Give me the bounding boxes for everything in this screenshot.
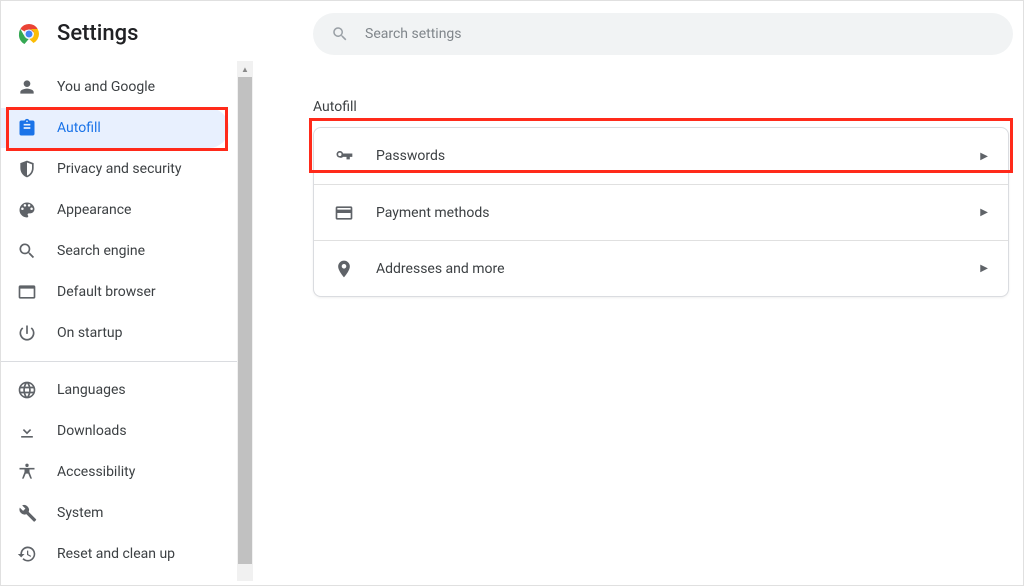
section-title: Autofill	[313, 99, 1023, 115]
main-content: Search settings Autofill Passwords ▶ Pay…	[253, 1, 1023, 585]
sidebar-item-downloads[interactable]: Downloads	[1, 411, 229, 451]
globe-icon	[17, 380, 37, 400]
chrome-logo-icon	[17, 22, 41, 46]
palette-icon	[17, 200, 37, 220]
sidebar-item-languages[interactable]: Languages	[1, 370, 229, 410]
sidebar-item-accessibility[interactable]: Accessibility	[1, 452, 229, 492]
search-icon	[331, 25, 349, 43]
sidebar-item-label: Languages	[57, 382, 126, 398]
sidebar-item-autofill[interactable]: Autofill	[1, 108, 229, 148]
chevron-right-icon: ▶	[980, 207, 988, 218]
person-icon	[17, 77, 37, 97]
pin-icon	[334, 259, 354, 279]
sidebar-item-label: Autofill	[57, 120, 101, 136]
sidebar-item-label: Default browser	[57, 284, 156, 300]
sidebar-item-search-engine[interactable]: Search engine	[1, 231, 229, 271]
scroll-thumb[interactable]	[238, 77, 252, 564]
sidebar-item-system[interactable]: System	[1, 493, 229, 533]
row-label: Passwords	[376, 148, 958, 164]
row-addresses-and-more[interactable]: Addresses and more ▶	[314, 240, 1008, 296]
sidebar-item-label: System	[57, 505, 103, 521]
sidebar-item-label: Search engine	[57, 243, 145, 259]
sidebar-item-label: On startup	[57, 325, 123, 341]
search-icon	[17, 241, 37, 261]
restore-icon	[17, 544, 37, 564]
header: Settings	[1, 1, 237, 66]
accessibility-icon	[17, 462, 37, 482]
sidebar-item-appearance[interactable]: Appearance	[1, 190, 229, 230]
card-icon	[334, 203, 354, 223]
sidebar-item-reset-and-clean-up[interactable]: Reset and clean up	[1, 534, 229, 574]
download-icon	[17, 421, 37, 441]
sidebar-item-on-startup[interactable]: On startup	[1, 313, 229, 353]
sidebar-item-label: Appearance	[57, 202, 131, 218]
autofill-card: Passwords ▶ Payment methods ▶ Addresses …	[313, 127, 1009, 297]
sidebar-item-default-browser[interactable]: Default browser	[1, 272, 229, 312]
chevron-right-icon: ▶	[980, 151, 988, 162]
browser-icon	[17, 282, 37, 302]
sidebar-item-privacy-and-security[interactable]: Privacy and security	[1, 149, 229, 189]
scrollbar[interactable]: ▲	[237, 61, 253, 581]
sidebar-item-you-and-google[interactable]: You and Google	[1, 67, 229, 107]
search-placeholder: Search settings	[365, 26, 462, 42]
row-payment-methods[interactable]: Payment methods ▶	[314, 184, 1008, 240]
search-bar[interactable]: Search settings	[313, 13, 1013, 55]
scroll-up-icon[interactable]: ▲	[237, 61, 253, 77]
sidebar-item-label: You and Google	[57, 79, 155, 95]
row-label: Payment methods	[376, 205, 958, 221]
shield-icon	[17, 159, 37, 179]
sidebar-item-label: Accessibility	[57, 464, 135, 480]
sidebar-item-label: Downloads	[57, 423, 127, 439]
divider	[1, 361, 237, 362]
chevron-right-icon: ▶	[980, 263, 988, 274]
sidebar: Settings You and Google Autofill Privacy…	[1, 1, 253, 585]
row-label: Addresses and more	[376, 261, 958, 277]
sidebar-item-label: Reset and clean up	[57, 546, 175, 562]
power-icon	[17, 323, 37, 343]
sidebar-item-label: Privacy and security	[57, 161, 181, 177]
key-icon	[334, 146, 354, 166]
page-title: Settings	[57, 21, 138, 46]
clipboard-icon	[17, 118, 37, 138]
wrench-icon	[17, 503, 37, 523]
row-passwords[interactable]: Passwords ▶	[314, 128, 1008, 184]
